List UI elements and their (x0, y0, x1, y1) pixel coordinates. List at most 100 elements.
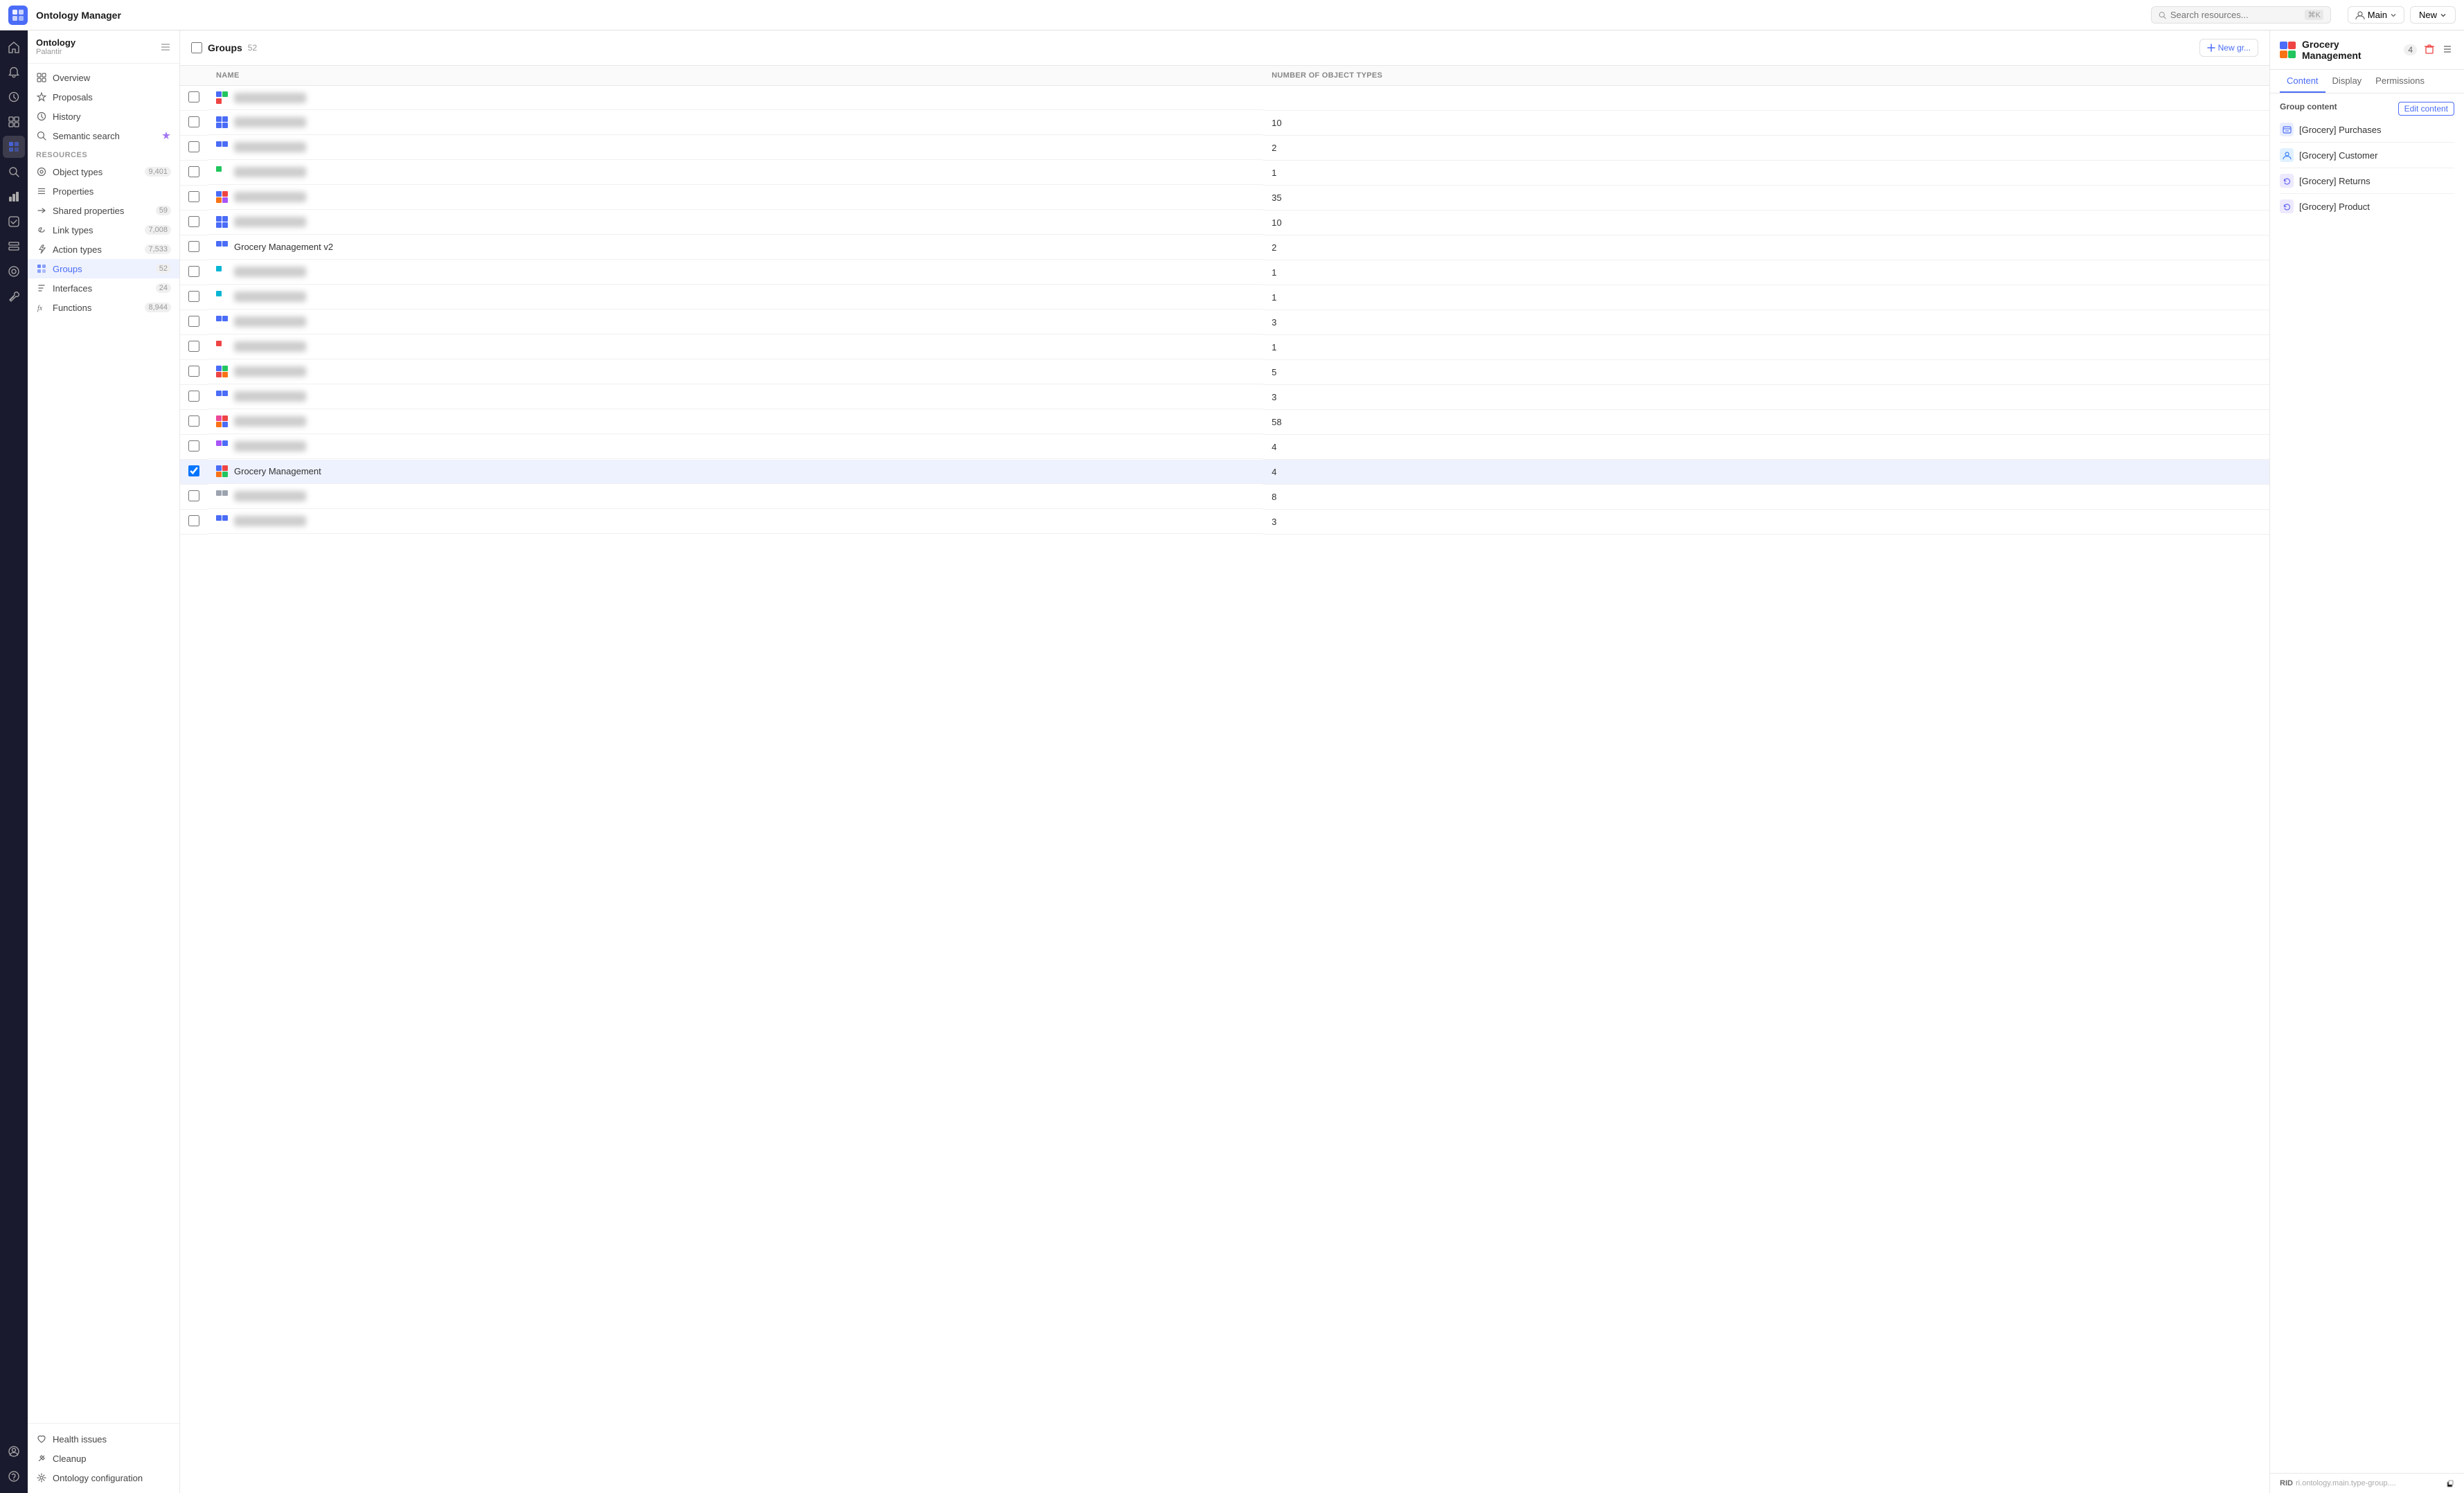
sidebar-item-ontology-config[interactable]: Ontology configuration (28, 1468, 179, 1487)
row-checkbox[interactable] (188, 515, 199, 526)
search-input[interactable] (2170, 10, 2301, 20)
row-checkbox[interactable] (188, 440, 199, 452)
rail-stack-icon[interactable] (3, 235, 25, 258)
row-checkbox[interactable] (188, 116, 199, 127)
edit-content-button[interactable]: Edit content (2398, 102, 2454, 116)
row-name: Grocery Management v2 (234, 242, 333, 252)
rail-user-circle-icon[interactable] (3, 1440, 25, 1463)
row-icon (216, 316, 229, 328)
detail-tabs: Content Display Permissions (2270, 70, 2464, 93)
sidebar-item-history[interactable]: History (28, 107, 179, 126)
row-checkbox[interactable] (188, 391, 199, 402)
sidebar-item-properties[interactable]: Properties (28, 181, 179, 201)
copy-icon[interactable] (2446, 1479, 2454, 1487)
sidebar-item-link-types[interactable]: Link types 7,008 (28, 220, 179, 240)
sidebar-count-interfaces: 24 (156, 283, 171, 293)
row-checkbox[interactable] (188, 266, 199, 277)
table-row[interactable]: xxxxxxxxxxxxxxxx1 (180, 335, 2269, 360)
sidebar-item-object-types[interactable]: Object types 9,401 (28, 162, 179, 181)
table-row[interactable]: xxxxxxxxxxxxxxxx5 (180, 360, 2269, 385)
rail-check-icon[interactable] (3, 211, 25, 233)
table-row[interactable]: xxxxxxxxxxxxxxxx1 (180, 260, 2269, 285)
rail-question-icon[interactable] (3, 1465, 25, 1487)
detail-group-icon (2280, 42, 2296, 58)
rail-clock-icon[interactable] (3, 86, 25, 108)
sidebar-item-action-types[interactable]: Action types 7,533 (28, 240, 179, 259)
sidebar-item-proposals[interactable]: Proposals (28, 87, 179, 107)
table-row[interactable]: xxxxxxxxxxxxxxxx1 (180, 285, 2269, 310)
table-row[interactable]: xxxxxxxxxxxxxxxx10 (180, 211, 2269, 235)
col-count: NUMBER OF OBJECT TYPES (1263, 66, 2269, 86)
row-checkbox[interactable] (188, 141, 199, 152)
row-count: 3 (1263, 510, 2269, 535)
action-types-icon (36, 244, 47, 255)
table-row[interactable]: xxxxxxxxxxxxxxxx2 (180, 136, 2269, 161)
table-row[interactable]: xxxxxxxxxxxxxxxx10 (180, 111, 2269, 136)
rid-value: ri.ontology.main.type-group.... (2296, 1479, 2443, 1487)
detail-item-customer[interactable]: [Grocery] Customer (2280, 143, 2454, 168)
sidebar-item-shared-properties[interactable]: Shared properties 59 (28, 201, 179, 220)
select-all-checkbox[interactable] (191, 42, 202, 53)
detail-item-purchases[interactable]: [Grocery] Purchases (2280, 117, 2454, 143)
table-row[interactable]: xxxxxxxxxxxxxxxx3 (180, 310, 2269, 335)
row-checkbox[interactable] (188, 490, 199, 501)
sidebar-item-overview[interactable]: Overview (28, 68, 179, 87)
row-name-cell: xxxxxxxxxxxxxxxx (208, 410, 1263, 434)
rail-home-icon[interactable] (3, 36, 25, 58)
tab-permissions[interactable]: Permissions (2368, 70, 2431, 93)
table-row[interactable]: xxxxxxxxxxxxxxxx4 (180, 435, 2269, 460)
sidebar-item-semantic-search[interactable]: Semantic search (28, 126, 179, 145)
row-checkbox[interactable] (188, 91, 199, 102)
rail-search-icon[interactable] (3, 161, 25, 183)
row-checkbox[interactable] (188, 216, 199, 227)
row-checkbox[interactable] (188, 291, 199, 302)
rail-bell-icon[interactable] (3, 61, 25, 83)
table-row[interactable]: xxxxxxxxxxxxxxxx3 (180, 510, 2269, 535)
returns-icon (2280, 174, 2294, 188)
row-checkbox[interactable] (188, 341, 199, 352)
new-group-button[interactable]: New gr... (2199, 39, 2258, 57)
sidebar-item-cleanup[interactable]: Cleanup (28, 1449, 179, 1468)
sidebar-item-health-issues[interactable]: Health issues (28, 1429, 179, 1449)
product-icon (2280, 199, 2294, 213)
detail-menu-button[interactable] (2440, 42, 2454, 58)
tab-display[interactable]: Display (2325, 70, 2369, 93)
table-row[interactable]: xxxxxxxxxxxxxxxx (180, 86, 2269, 111)
sidebar-toggle-icon[interactable] (160, 42, 171, 53)
row-checkbox[interactable] (188, 241, 199, 252)
search-bar[interactable]: ⌘K (2151, 6, 2331, 24)
tab-content[interactable]: Content (2280, 70, 2325, 93)
row-checkbox[interactable] (188, 465, 199, 476)
detail-item-returns[interactable]: [Grocery] Returns (2280, 168, 2454, 194)
table-row[interactable]: Grocery Management v22 (180, 235, 2269, 260)
rail-chart-icon[interactable] (3, 186, 25, 208)
row-checkbox[interactable] (188, 166, 199, 177)
sidebar-item-interfaces[interactable]: Interfaces 24 (28, 278, 179, 298)
rail-grid-icon[interactable] (3, 111, 25, 133)
menu-icon (2442, 44, 2453, 55)
table-row[interactable]: Grocery Management4 (180, 460, 2269, 485)
table-row[interactable]: xxxxxxxxxxxxxxxx35 (180, 186, 2269, 211)
main-button[interactable]: Main (2348, 6, 2404, 24)
sidebar-ontology-title: Ontology (36, 37, 75, 48)
groups-icon (36, 263, 47, 274)
table-row[interactable]: xxxxxxxxxxxxxxxx58 (180, 410, 2269, 435)
sidebar-item-groups[interactable]: Groups 52 (28, 259, 179, 278)
purchases-icon (2280, 123, 2294, 136)
table-row[interactable]: xxxxxxxxxxxxxxxx8 (180, 485, 2269, 510)
row-name-cell: xxxxxxxxxxxxxxxx (208, 111, 1263, 135)
sidebar-item-functions[interactable]: fx Functions 8,944 (28, 298, 179, 317)
row-checkbox[interactable] (188, 415, 199, 427)
new-button[interactable]: New (2410, 6, 2456, 24)
rail-target-icon[interactable] (3, 260, 25, 283)
main-layout: Ontology Palantir Overview Proposals (0, 30, 2464, 1493)
row-checkbox[interactable] (188, 366, 199, 377)
rail-tool-icon[interactable] (3, 285, 25, 307)
table-row[interactable]: xxxxxxxxxxxxxxxx3 (180, 385, 2269, 410)
row-checkbox[interactable] (188, 191, 199, 202)
detail-delete-button[interactable] (2422, 42, 2436, 58)
rail-ontology-icon[interactable] (3, 136, 25, 158)
table-row[interactable]: xxxxxxxxxxxxxxxx1 (180, 161, 2269, 186)
row-checkbox[interactable] (188, 316, 199, 327)
detail-item-product[interactable]: [Grocery] Product (2280, 194, 2454, 219)
